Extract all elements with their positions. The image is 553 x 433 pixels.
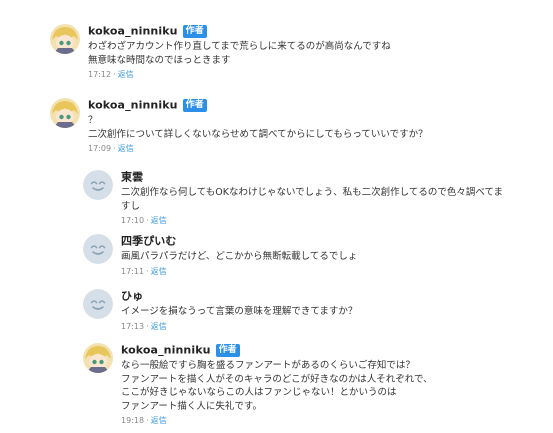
avatar[interactable] xyxy=(83,234,113,264)
timestamp: 17:10 xyxy=(121,216,145,225)
comment-line: 無意味な時間なのでほっときます xyxy=(88,54,231,66)
comment-line: 二次創作について詳しくないならせめて調べてからにしてもらっていいですか？ xyxy=(88,128,428,140)
comment-text: わざわざアカウント作り直してまで荒らしに来てるのが高尚なんですね 無意味な時間な… xyxy=(88,40,391,67)
comment-line: すし xyxy=(121,200,141,212)
comment-meta: 17:12 · 返信 xyxy=(88,69,391,81)
timestamp: 17:09 xyxy=(88,144,112,153)
separator: · xyxy=(113,144,116,153)
username[interactable]: 東雲 xyxy=(121,171,143,184)
username[interactable]: kokoa_ninniku xyxy=(88,99,178,112)
author-badge: 作者 xyxy=(182,25,207,38)
comment-line: ここが好きじゃないならこの人はファンじゃない！とかいうのは xyxy=(121,387,397,398)
username[interactable]: kokoa_ninniku xyxy=(88,25,178,38)
comment-meta: 17:13 · 返信 xyxy=(121,321,357,333)
comment-line: イメージを損なうって言葉の意味を理解できてますか？ xyxy=(121,306,358,317)
author-badge: 作者 xyxy=(215,344,240,357)
separator: · xyxy=(146,416,149,425)
separator: · xyxy=(113,70,116,79)
timestamp: 19:18 xyxy=(121,416,145,425)
comment-text: 二次創作なら何してもOKなわけじゃないでしょう、私も二次創作してるので色々調べて… xyxy=(121,186,503,213)
comment-meta: 17:11 · 返信 xyxy=(121,266,357,278)
avatar[interactable] xyxy=(83,343,113,373)
separator: · xyxy=(146,266,149,276)
comment-line: なら一般絵ですら胸を盛るファンアートがあるのくらいご存知では？ xyxy=(121,360,415,371)
timestamp: 17:12 xyxy=(88,70,112,79)
comment-line: ファンアートを描く人がそのキャラのどこが好きなのかは人それぞれで、 xyxy=(121,373,433,385)
reply-link[interactable]: 返信 xyxy=(151,267,167,276)
comment-line: わざわざアカウント作り直してまで荒らしに来てるのが高尚なんですね xyxy=(88,41,391,52)
comment-text: 画風パラパラだけど、どこかから無断転載してるでしょ xyxy=(121,250,357,264)
username[interactable]: ひゅ xyxy=(121,290,143,303)
comment-line: ？ xyxy=(88,115,98,126)
separator: · xyxy=(146,321,149,331)
avatar[interactable] xyxy=(83,289,113,319)
comment-line: 画風パラパラだけど、どこかから無断転載してるでしょ xyxy=(121,251,358,262)
reply-link[interactable]: 返信 xyxy=(118,70,134,79)
comment-text: ？ 二次創作について詳しくないならせめて調べてからにしてもらっていいですか？ xyxy=(88,114,428,141)
separator: · xyxy=(146,216,149,225)
avatar[interactable] xyxy=(50,24,80,54)
timestamp: 17:11 xyxy=(121,266,145,276)
username[interactable]: 四季ぴいむ xyxy=(121,235,177,248)
avatar[interactable] xyxy=(83,170,113,200)
comment-text: なら一般絵ですら胸を盛るファンアートがあるのくらいご存知では？ ファンアートを描… xyxy=(121,359,433,413)
reply-link[interactable]: 返信 xyxy=(151,322,167,331)
comment-meta: 17:10 · 返信 xyxy=(121,215,503,227)
reply-link[interactable]: 返信 xyxy=(151,216,167,225)
comment-line: ファンアート描く人に失礼です。 xyxy=(121,400,262,412)
comment-meta: 17:09 · 返信 xyxy=(88,143,428,155)
author-badge: 作者 xyxy=(182,99,207,112)
timestamp: 17:13 xyxy=(121,321,145,331)
reply-link[interactable]: 返信 xyxy=(118,144,134,153)
avatar[interactable] xyxy=(50,98,80,128)
reply-link[interactable]: 返信 xyxy=(151,416,167,425)
comment-meta: 19:18 · 返信 xyxy=(121,415,433,427)
username[interactable]: kokoa_ninniku xyxy=(121,344,211,357)
comment-text: イメージを損なうって言葉の意味を理解できてますか？ xyxy=(121,305,357,319)
comment-line: 二次創作なら何してもOKなわけじゃないでしょう、私も二次創作してるので色々調べて… xyxy=(121,187,504,198)
